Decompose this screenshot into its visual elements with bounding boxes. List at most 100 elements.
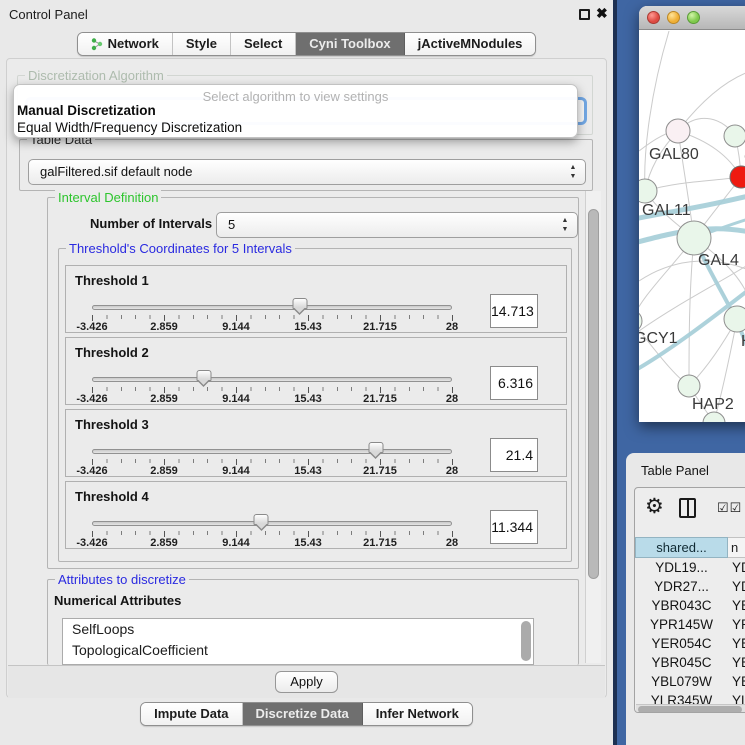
tick-label: 21.715 (363, 393, 397, 405)
list-item[interactable]: TopologicalCoefficient (63, 640, 533, 661)
cell-name: YER0 (728, 634, 745, 653)
node-selected-red[interactable] (730, 166, 745, 188)
tick-label: 2.859 (150, 393, 178, 405)
node-gal4[interactable] (677, 221, 711, 255)
popup-option-equal-width-frequency[interactable]: Equal Width/Frequency Discretization (17, 120, 242, 135)
popup-option-manual-discretization[interactable]: Manual Discretization (17, 103, 156, 118)
table-row[interactable]: YER054C YER0 (635, 634, 745, 653)
slider-thumb[interactable] (196, 370, 211, 381)
tick-label: -3.426 (76, 393, 107, 405)
scrollbar-thumb[interactable] (588, 209, 599, 579)
tick-label: 15.43 (294, 465, 322, 477)
tick-label: 9.144 (222, 465, 250, 477)
tab-jactivemnodules[interactable]: jActiveMNodules (405, 33, 536, 55)
node-h[interactable] (724, 306, 745, 332)
tick-label: 28 (446, 465, 458, 477)
slider-tick-labels: -3.426 2.859 9.144 15.43 21.715 28 (92, 393, 452, 405)
column-header-name[interactable]: n (728, 537, 745, 558)
cell-name: YPR1 (728, 615, 745, 634)
tick-label: 2.859 (150, 465, 178, 477)
apply-button[interactable]: Apply (275, 671, 338, 693)
tick-label: -3.426 (76, 321, 107, 333)
zoom-traffic-light-icon[interactable] (687, 11, 700, 24)
column-header-shared-name[interactable]: shared... (635, 537, 728, 558)
tab-label: Network (108, 33, 159, 55)
node-gal80[interactable] (666, 119, 690, 143)
tab-discretize-data[interactable]: Discretize Data (243, 703, 363, 725)
table-row[interactable]: YDR27... YDR2 (635, 577, 745, 596)
threshold-4-value-field[interactable]: 11.344 (490, 510, 538, 544)
checkbox-icons[interactable]: ☑☑ (717, 500, 742, 516)
table-row[interactable]: YLR345W YLR3 (635, 691, 745, 704)
horizontal-scrollbar[interactable] (636, 704, 745, 713)
label-h-partial: H (741, 333, 745, 350)
table-panel: Table Panel ⚙ ☑☑ shared... n YDL19... YD… (626, 453, 745, 745)
table-row[interactable]: YPR145W YPR1 (635, 615, 745, 634)
threshold-3-row: Threshold 3 -3.426 2.859 9.144 15.43 21.… (65, 409, 567, 477)
tab-cyni-toolbox[interactable]: Cyni Toolbox (296, 33, 404, 55)
label-gal80: GAL80 (649, 146, 699, 163)
table-row[interactable]: YBR043C YBR0 (635, 596, 745, 615)
tab-label: Discretize Data (256, 703, 349, 725)
tab-network[interactable]: Network (78, 33, 173, 55)
threshold-2-value-field[interactable]: 6.316 (490, 366, 538, 400)
tick-label: 15.43 (294, 393, 322, 405)
cell-name: YDR2 (728, 577, 745, 596)
interval-definition-group: Interval Definition Number of Intervals … (47, 197, 579, 569)
close-traffic-light-icon[interactable] (647, 11, 660, 24)
tick-label: 21.715 (363, 465, 397, 477)
minimize-traffic-light-icon[interactable] (667, 11, 680, 24)
network-window-titlebar[interactable] (639, 6, 745, 30)
tick-label: 21.715 (363, 537, 397, 549)
cell-name: YBR0 (728, 596, 745, 615)
float-window-icon[interactable] (579, 9, 590, 20)
table-body: YDL19... YDL1 YDR27... YDR2 YBR043C YBR0… (635, 558, 745, 704)
tab-style[interactable]: Style (173, 33, 231, 55)
threshold-3-value-field[interactable]: 21.4 (490, 438, 538, 472)
list-item[interactable]: SelfLoops (63, 619, 533, 640)
list-scrollbar[interactable] (521, 621, 531, 661)
cell-name: YLR3 (728, 691, 745, 704)
attributes-list[interactable]: SelfLoops TopologicalCoefficient Between… (62, 618, 534, 665)
table-row[interactable]: YDL19... YDL1 (635, 558, 745, 577)
table-row[interactable]: YBR045C YBR0 (635, 653, 745, 672)
node-bottom-partial[interactable] (703, 412, 725, 422)
threshold-4-slider[interactable] (92, 521, 452, 526)
desktop-background: GAL80 G. C GAL11 GAL4 GCY1 H HAP2 Table … (613, 0, 745, 745)
slider-thumb[interactable] (292, 298, 307, 309)
node-top-right[interactable] (724, 125, 745, 147)
tab-select[interactable]: Select (231, 33, 296, 55)
group-title: Interval Definition (55, 190, 161, 205)
threshold-3-slider[interactable] (92, 449, 452, 454)
tab-label: Select (244, 33, 282, 55)
slider-thumb[interactable] (254, 514, 269, 525)
number-of-intervals-combobox[interactable]: 5 ▲▼ (216, 212, 578, 238)
network-graph[interactable]: GAL80 G. C GAL11 GAL4 GCY1 H HAP2 (639, 31, 745, 422)
close-icon[interactable]: ✖ (596, 5, 608, 22)
tab-impute-data[interactable]: Impute Data (141, 703, 242, 725)
columns-icon[interactable] (679, 498, 696, 518)
network-canvas[interactable]: GAL80 G. C GAL11 GAL4 GCY1 H HAP2 (639, 31, 745, 422)
tick-label: -3.426 (76, 465, 107, 477)
cell-shared-name: YDL19... (635, 558, 728, 577)
scrollbar-thumb[interactable] (638, 706, 742, 713)
tick-label: 9.144 (222, 393, 250, 405)
node-hap2[interactable] (678, 375, 700, 397)
threshold-1-slider[interactable] (92, 305, 452, 310)
slider-thumb[interactable] (368, 442, 383, 453)
cell-shared-name: YER054C (635, 634, 728, 653)
threshold-1-value-field[interactable]: 14.713 (490, 294, 538, 328)
control-panel: Control Panel ✖ Network Style (0, 0, 613, 745)
gear-icon[interactable]: ⚙ (645, 494, 664, 519)
tab-label: Style (186, 33, 217, 55)
tick-label: 21.715 (363, 321, 397, 333)
slider-ticks (92, 531, 452, 535)
table-row[interactable]: YBL079W YBL0 (635, 672, 745, 691)
node-gal11[interactable] (639, 179, 657, 203)
table-data-combobox[interactable]: galFiltered.sif default node ▲▼ (28, 159, 586, 185)
main-scrollbar[interactable] (585, 191, 601, 663)
numerical-attributes-label: Numerical Attributes (54, 593, 181, 608)
tab-infer-network[interactable]: Infer Network (363, 703, 472, 725)
table-panel-container: ⚙ ☑☑ shared... n YDL19... YDL1 YDR27... … (634, 487, 745, 713)
threshold-2-slider[interactable] (92, 377, 452, 382)
